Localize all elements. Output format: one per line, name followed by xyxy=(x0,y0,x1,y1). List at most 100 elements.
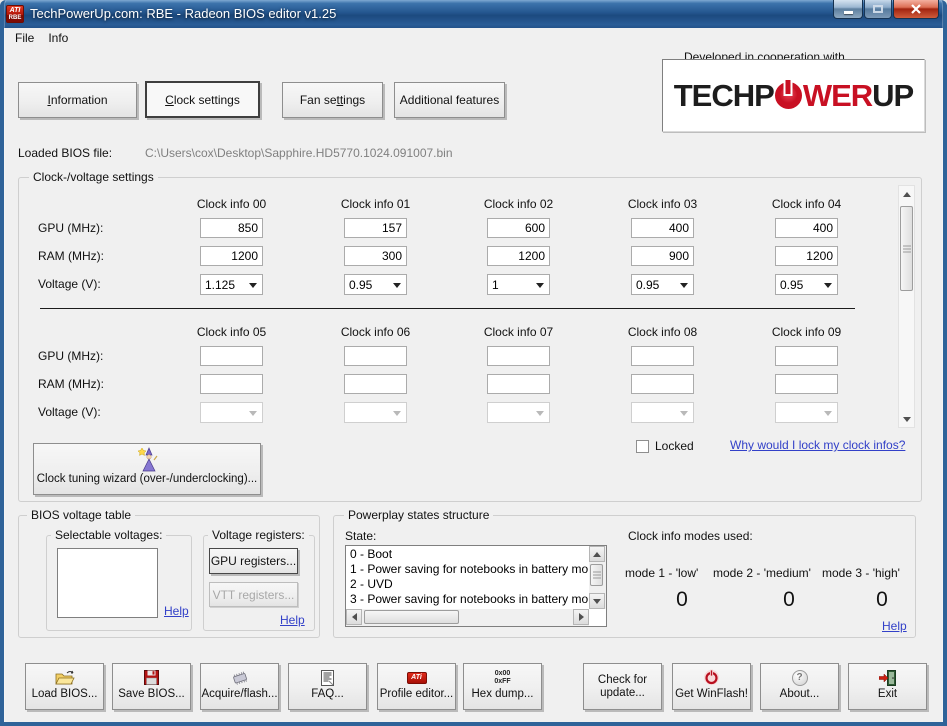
state-list-vscrollbar[interactable] xyxy=(589,546,606,609)
exit-button[interactable]: Exit xyxy=(848,663,927,710)
document-icon xyxy=(321,667,334,688)
arrow-left-icon xyxy=(351,613,357,621)
arrow-down-icon xyxy=(902,416,911,422)
open-folder-icon xyxy=(54,667,75,688)
acquire-flash-button[interactable]: Acquire/flash... xyxy=(200,663,279,710)
ram-mhz-input[interactable] xyxy=(344,374,407,394)
state-label: State: xyxy=(345,529,377,543)
voltage-registers-help-link[interactable]: Help xyxy=(280,613,305,627)
floppy-disk-icon xyxy=(144,667,159,688)
ati-rbe-app-icon: ATI RBE xyxy=(6,5,24,23)
list-item[interactable]: 3 - Power saving for notebooks in batter… xyxy=(347,592,588,607)
clock-tuning-wizard-button[interactable]: Clock tuning wizard (over-/underclocking… xyxy=(33,443,261,495)
minimize-button[interactable] xyxy=(833,0,863,19)
menu-info[interactable]: Info xyxy=(41,30,75,46)
window-title: TechPowerUp.com: RBE - Radeon BIOS edito… xyxy=(30,6,337,21)
scroll-up-button[interactable] xyxy=(899,186,914,202)
selectable-voltages-title: Selectable voltages: xyxy=(51,528,167,542)
mode3-count: 0 xyxy=(876,588,888,611)
gpu-mhz-input[interactable] xyxy=(487,346,550,366)
list-item[interactable]: 0 - Boot xyxy=(347,547,588,562)
grip-icon xyxy=(902,245,911,252)
load-bios-button[interactable]: Load BIOS... xyxy=(25,663,104,710)
gpu-mhz-input[interactable] xyxy=(631,346,694,366)
state-list-hscrollbar[interactable] xyxy=(346,609,589,626)
locked-label: Locked xyxy=(655,439,694,453)
loaded-bios-label: Loaded BIOS file: xyxy=(18,146,113,160)
about-button[interactable]: ? About... xyxy=(760,663,839,710)
selectable-voltages-listbox[interactable] xyxy=(57,548,158,618)
ram-mhz-input[interactable] xyxy=(200,374,263,394)
clock-info-header: Clock info 05 xyxy=(196,325,267,339)
vtt-registers-button: VTT registers... xyxy=(209,582,298,607)
gpu-row-label: GPU (MHz): xyxy=(38,349,104,363)
app-window: ATI RBE TechPowerUp.com: RBE - Radeon BI… xyxy=(0,0,947,726)
exit-door-icon xyxy=(879,667,896,688)
list-item[interactable]: 4 - ACPI: Disabled load balancing xyxy=(347,607,588,608)
chevron-down-icon xyxy=(824,411,832,416)
minimize-icon xyxy=(843,11,853,14)
voltage-combo xyxy=(775,402,838,423)
clock-info-header: Clock info 06 xyxy=(340,325,411,339)
scroll-left-button[interactable] xyxy=(346,609,362,625)
question-mark-icon: ? xyxy=(791,667,808,688)
modes-used-title: Clock info modes used: xyxy=(628,529,753,543)
mode3-label: mode 3 - 'high' xyxy=(822,566,900,580)
selectable-voltages-help-link[interactable]: Help xyxy=(164,604,189,618)
faq-button[interactable]: FAQ... xyxy=(288,663,367,710)
chevron-down-icon xyxy=(249,411,257,416)
ram-mhz-input[interactable] xyxy=(775,374,838,394)
scrollbar-thumb[interactable] xyxy=(900,206,913,291)
gpu-row-label: GPU (MHz): xyxy=(38,221,104,235)
mode2-label: mode 2 - 'medium' xyxy=(713,566,811,580)
separator xyxy=(40,308,855,309)
check-for-update-button[interactable]: Check for update... xyxy=(583,663,662,710)
clock-info-header: Clock info 07 xyxy=(483,325,554,339)
close-icon xyxy=(911,4,921,14)
list-item[interactable]: 1 - Power saving for notebooks in batter… xyxy=(347,562,588,577)
arrow-right-icon xyxy=(578,613,584,621)
gpu-mhz-input[interactable] xyxy=(775,346,838,366)
clock-scrollbar[interactable] xyxy=(898,185,915,428)
arrow-up-icon xyxy=(902,191,911,197)
scrollbar-thumb[interactable] xyxy=(364,610,459,624)
hex-icon: 0x00 0xFF xyxy=(494,669,511,685)
voltage-row-label: Voltage (V): xyxy=(38,277,101,291)
powerplay-help-link[interactable]: Help xyxy=(882,619,907,633)
logo-text-right: UP xyxy=(872,77,914,113)
wizard-icon xyxy=(137,447,158,472)
profile-editor-button[interactable]: ATi Profile editor... xyxy=(377,663,456,710)
titlebar: ATI RBE TechPowerUp.com: RBE - Radeon BI… xyxy=(0,0,947,28)
maximize-button[interactable] xyxy=(864,0,892,19)
clock-info-header: Clock info 08 xyxy=(627,325,698,339)
gpu-registers-button[interactable]: GPU registers... xyxy=(209,548,298,574)
gpu-mhz-input[interactable] xyxy=(344,346,407,366)
ram-mhz-input[interactable] xyxy=(487,374,550,394)
ram-row-label: RAM (MHz): xyxy=(38,377,104,391)
scroll-right-button[interactable] xyxy=(573,609,589,625)
mode2-count: 0 xyxy=(783,588,795,611)
arrow-down-icon xyxy=(593,598,601,604)
save-bios-button[interactable]: Save BIOS... xyxy=(112,663,191,710)
list-item[interactable]: 2 - UVD xyxy=(347,577,588,592)
lock-info-link[interactable]: Why would I lock my clock infos? xyxy=(730,438,905,452)
get-winflash-button[interactable]: Get WinFlash! xyxy=(672,663,751,710)
ram-row-label: RAM (MHz): xyxy=(38,249,104,263)
tab-information[interactable]: Information xyxy=(18,82,137,118)
ram-mhz-input[interactable] xyxy=(631,374,694,394)
menu-file[interactable]: File xyxy=(8,30,41,46)
scrollbar-thumb[interactable] xyxy=(590,564,603,586)
hex-dump-button[interactable]: 0x00 0xFF Hex dump... xyxy=(463,663,542,710)
grip-icon xyxy=(592,571,601,579)
voltage-combo xyxy=(631,402,694,423)
locked-checkbox[interactable] xyxy=(636,440,649,453)
power-icon xyxy=(703,667,720,688)
scroll-up-button[interactable] xyxy=(589,546,605,562)
scroll-down-button[interactable] xyxy=(899,411,914,427)
bios-voltage-table-title: BIOS voltage table xyxy=(27,508,136,522)
scroll-down-button[interactable] xyxy=(589,593,605,609)
gpu-mhz-input[interactable] xyxy=(200,346,263,366)
voltage-row-label: Voltage (V): xyxy=(38,405,101,419)
close-button[interactable] xyxy=(893,0,939,19)
state-list: 0 - Boot 1 - Power saving for notebooks … xyxy=(347,547,588,608)
